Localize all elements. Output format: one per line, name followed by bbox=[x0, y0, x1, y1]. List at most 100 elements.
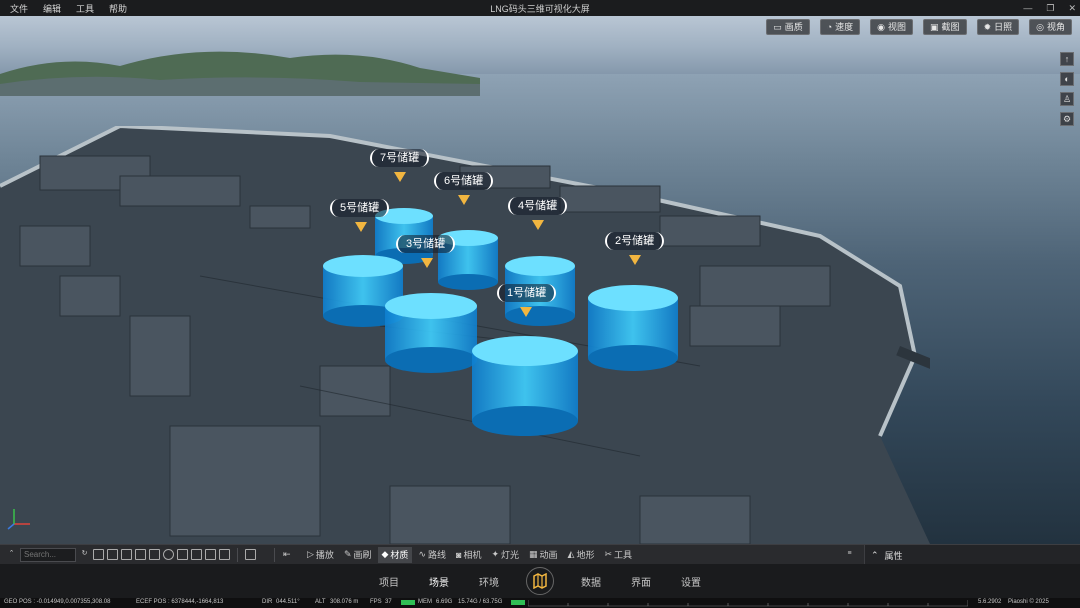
quality-button[interactable]: ▭ 画质 bbox=[766, 19, 810, 35]
sun-icon: ✹ bbox=[983, 22, 992, 32]
animation-icon: ▦ bbox=[529, 549, 538, 559]
chevron-up-icon[interactable]: ⌃ bbox=[6, 549, 17, 560]
tank-label-3[interactable]: 3号储罐 bbox=[396, 235, 456, 253]
tab-brush[interactable]: ✎ 画刷 bbox=[340, 547, 376, 563]
light-icon: ✦ bbox=[491, 549, 499, 559]
map-icon bbox=[533, 573, 547, 589]
search-input[interactable] bbox=[20, 547, 76, 562]
marker-pin-icon bbox=[421, 258, 433, 268]
nav-scene[interactable]: 场景 bbox=[414, 574, 464, 589]
tank-3[interactable] bbox=[385, 293, 477, 373]
menu-edit[interactable]: 编辑 bbox=[39, 2, 72, 15]
view-icon: ◉ bbox=[877, 22, 886, 32]
sunlight-button[interactable]: ✹ 日照 bbox=[976, 19, 1020, 35]
nav-data[interactable]: 数据 bbox=[566, 574, 616, 589]
marker-pin-icon bbox=[532, 220, 544, 230]
menu-tools[interactable]: 工具 bbox=[72, 2, 105, 15]
tab-tools[interactable]: ✂ 工具 bbox=[600, 547, 636, 563]
minimize-icon[interactable]: — bbox=[1023, 3, 1032, 13]
terrain-icon: ◭ bbox=[567, 549, 575, 559]
tool-tabs: ⇤ ▷ 播放 ✎ 画刷 ◆ 材质 ∿ 路线 ◙ 相机 ✦ 灯光 ▦ 动画 ◭ 地形 ✂ 工具 bbox=[279, 545, 636, 565]
direction-label: DIR bbox=[262, 599, 273, 605]
circle-icon[interactable] bbox=[163, 549, 174, 560]
toolbar-divider bbox=[237, 547, 238, 562]
chevron-up-icon[interactable]: ⌃ bbox=[871, 550, 879, 561]
tank-label-7[interactable]: 7号储罐 bbox=[370, 149, 430, 167]
app-logo-icon[interactable] bbox=[526, 567, 554, 595]
folder-icon[interactable] bbox=[135, 549, 146, 560]
tab-light[interactable]: ✦ 灯光 bbox=[487, 547, 523, 563]
camera-icon[interactable] bbox=[121, 549, 132, 560]
tank-1[interactable] bbox=[472, 336, 578, 436]
nav-project[interactable]: 项目 bbox=[364, 574, 414, 589]
export-icon[interactable] bbox=[219, 549, 230, 560]
tab-play[interactable]: ▷ 播放 bbox=[303, 547, 338, 563]
tab-camera[interactable]: ◙ 相机 bbox=[452, 547, 485, 563]
person-icon[interactable]: ♙ bbox=[1060, 92, 1074, 106]
tab-material[interactable]: ◆ 材质 bbox=[377, 546, 413, 563]
tab-terrain[interactable]: ◭ 地形 bbox=[564, 547, 599, 563]
properties-panel-header: ⌃ 属性 bbox=[864, 545, 1080, 565]
screenshot-button[interactable]: ▣ 截图 bbox=[923, 19, 967, 35]
nav-environment[interactable]: 环境 bbox=[464, 574, 514, 589]
view-angle-button[interactable]: ◎ 视角 bbox=[1029, 19, 1072, 35]
camera-icon: ◙ bbox=[456, 549, 462, 560]
tank-2[interactable] bbox=[588, 285, 678, 371]
menu-help[interactable]: 帮助 bbox=[105, 2, 138, 15]
tank-label-5[interactable]: 5号储罐 bbox=[330, 199, 390, 217]
close-icon[interactable]: ✕ bbox=[1068, 3, 1076, 14]
timeline-ruler[interactable] bbox=[528, 599, 968, 607]
square-icon[interactable] bbox=[177, 549, 188, 560]
version-info: 5.6.2902 bbox=[978, 599, 1002, 605]
fps-value: 37 bbox=[385, 599, 392, 605]
speed-button[interactable]: ◔ 速度 bbox=[819, 19, 861, 35]
monitor-icon: ▭ bbox=[773, 22, 782, 32]
fps-meter bbox=[401, 600, 415, 605]
panel-icon[interactable] bbox=[245, 549, 256, 560]
axis-gizmo-icon bbox=[7, 509, 30, 530]
expand-icon[interactable] bbox=[149, 549, 160, 560]
tank-label-4[interactable]: 4号储罐 bbox=[508, 197, 568, 215]
tank-label-2[interactable]: 2号储罐 bbox=[605, 232, 665, 250]
title-bar: 文件 编辑 工具 帮助 LNG码头三维可视化大屏 — ❐ ✕ bbox=[0, 0, 1080, 16]
fps-label: FPS bbox=[370, 599, 382, 605]
copyright-info: Piaoshi © 2025 bbox=[1008, 599, 1049, 605]
nav-interface[interactable]: 界面 bbox=[616, 574, 666, 589]
list-icon[interactable] bbox=[191, 549, 202, 560]
tab-route[interactable]: ∿ 路线 bbox=[414, 547, 450, 563]
gear-icon[interactable]: ⚙ bbox=[1060, 112, 1074, 126]
memory-value: 6.69G bbox=[436, 599, 453, 605]
menu-file[interactable]: 文件 bbox=[6, 2, 39, 15]
tab-animation[interactable]: ▦ 动画 bbox=[525, 547, 562, 563]
globe-icon[interactable]: ◐ bbox=[1060, 72, 1074, 86]
material-icon: ◆ bbox=[381, 549, 389, 559]
altitude-value: 308.076 m bbox=[330, 599, 359, 605]
tank-label-6[interactable]: 6号储罐 bbox=[434, 172, 494, 190]
frame-icon[interactable] bbox=[93, 549, 104, 560]
memory-total: 15.74G / 63.75G bbox=[458, 599, 503, 605]
marker-pin-icon bbox=[520, 307, 532, 317]
tank-label-1[interactable]: 1号储罐 bbox=[497, 284, 557, 302]
bottom-navigation: 项目 场景 环境 数据 界面 设置 bbox=[0, 564, 1080, 598]
image-icon[interactable] bbox=[205, 549, 216, 560]
toolbar-divider bbox=[274, 547, 275, 562]
3d-viewport[interactable]: 7号储罐 6号储罐 5号储罐 4号储罐 3号储罐 2号储罐 1号储罐 ▭ 画质 ◔… bbox=[0, 16, 1080, 544]
view-button[interactable]: ◉ 视图 bbox=[870, 19, 914, 35]
marker-pin-icon bbox=[355, 222, 367, 232]
list-menu-icon[interactable]: ≡ bbox=[844, 549, 855, 560]
compass-icon[interactable]: ↑ bbox=[1060, 52, 1074, 66]
altitude-label: ALT bbox=[315, 599, 326, 605]
nav-settings[interactable]: 设置 bbox=[666, 574, 716, 589]
maximize-icon[interactable]: ❐ bbox=[1046, 3, 1054, 14]
editor-toolbar: ⌃ ↻ ⇤ ▷播放 ✎画刷 ◆材质 ∿路线 ◙相机 ✦灯光 ▦动画 ◭地形 ✂工… bbox=[0, 544, 1080, 565]
collapse-icon[interactable]: ⇤ bbox=[279, 547, 301, 563]
eye-icon: ◎ bbox=[1036, 22, 1044, 32]
tools-icon: ✂ bbox=[604, 549, 613, 559]
refresh-icon[interactable]: ↻ bbox=[79, 549, 90, 560]
fit-icon[interactable] bbox=[107, 549, 118, 560]
tanks-layer bbox=[323, 208, 678, 436]
direction-value: 044.511° bbox=[276, 599, 300, 605]
window-title: LNG码头三维可视化大屏 bbox=[490, 3, 590, 14]
properties-title: 属性 bbox=[884, 550, 903, 561]
screenshot-icon: ▣ bbox=[930, 22, 939, 32]
